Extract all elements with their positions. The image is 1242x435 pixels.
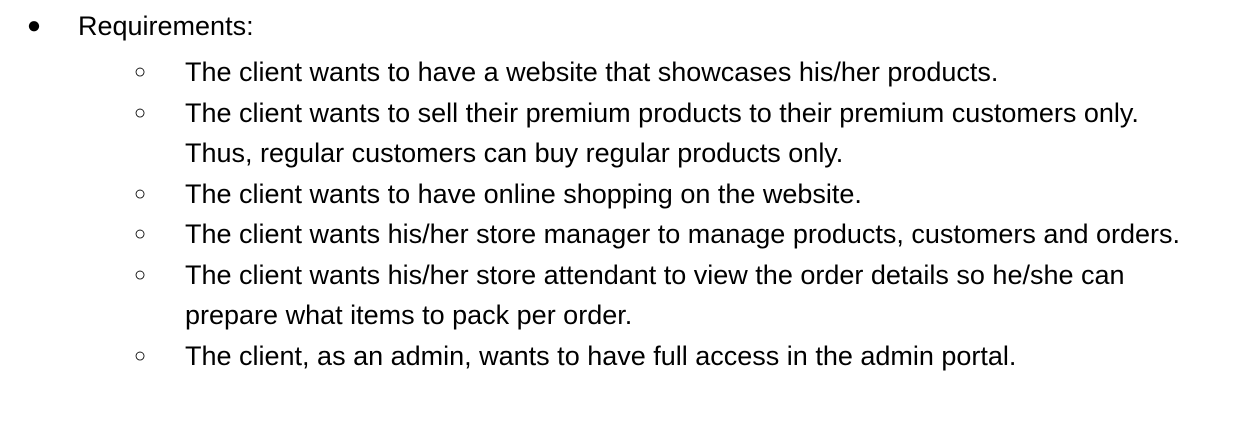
hollow-bullet-icon: ○ (133, 223, 147, 245)
list-item: ○ The client wants to have online shoppi… (0, 174, 1205, 215)
requirements-sublist: ○ The client wants to have a website tha… (0, 52, 1242, 376)
list-item-text: The client, as an admin, wants to have f… (185, 340, 1017, 371)
list-item: ○ The client, as an admin, wants to have… (0, 336, 1205, 377)
list-item-text: The client wants his/her store attendant… (185, 259, 1125, 331)
hollow-bullet-icon: ○ (133, 101, 147, 124)
hollow-bullet-icon: ○ (133, 61, 147, 83)
hollow-bullet-icon: ○ (133, 344, 147, 367)
list-item-text: The client wants to have a website that … (185, 57, 999, 87)
requirements-heading: Requirements: (78, 11, 254, 41)
hollow-bullet-icon: ○ (133, 263, 147, 286)
list-item: ○ The client wants to have a website tha… (0, 52, 1205, 93)
list-item-text: The client wants his/her store manager t… (185, 219, 1180, 249)
bullet-icon: ● (26, 12, 42, 39)
list-item: ○ The client wants to sell their premium… (0, 93, 1205, 174)
list-item-text: The client wants to sell their premium p… (185, 97, 1139, 169)
list-item: ○ The client wants his/her store manager… (0, 214, 1205, 255)
list-item-text: The client wants to have online shopping… (185, 178, 862, 209)
hollow-bullet-icon: ○ (133, 182, 147, 205)
list-item: ○ The client wants his/her store attenda… (0, 255, 1205, 336)
